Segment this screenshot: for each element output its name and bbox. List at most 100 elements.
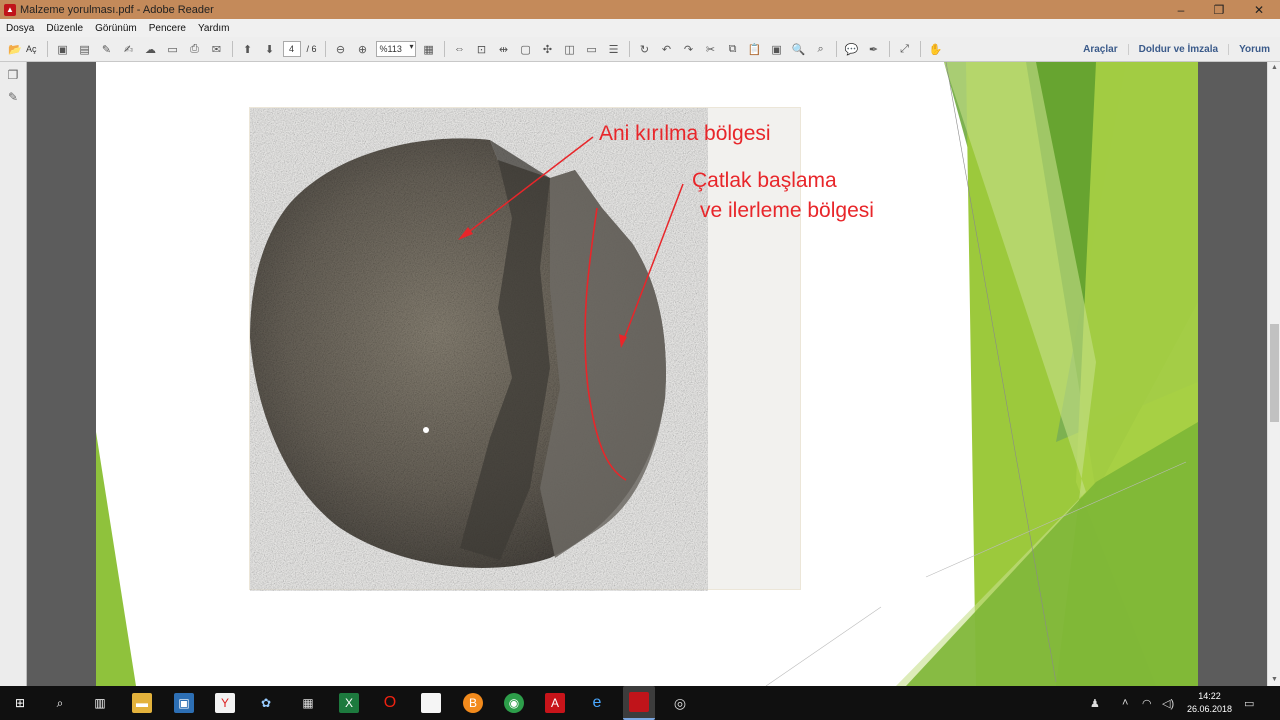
notepad-icon[interactable] xyxy=(421,693,441,713)
fit-page-icon[interactable]: ⊡ xyxy=(473,40,491,58)
toolbar: 📂 Aç ▣ ▤ ✎ ✍ ☁ ▭ ⎙ ✉ ⬆ ⬇ 4 / 6 ⊖ ⊕ %113 ▾… xyxy=(0,37,1280,62)
cut-icon[interactable]: ✂ xyxy=(702,40,720,58)
print-icon[interactable]: ⎙ xyxy=(186,40,204,58)
system-clock[interactable]: 14:22 26.06.2018 xyxy=(1187,690,1232,716)
comment-link[interactable]: Yorum xyxy=(1228,44,1280,55)
menu-gorunum[interactable]: Görünüm xyxy=(89,23,143,34)
chevron-up-icon[interactable]: ˄ xyxy=(1122,686,1128,720)
label-sudden-fracture: Ani kırılma bölgesi xyxy=(599,122,771,145)
fit-visible-icon[interactable]: ⇹ xyxy=(495,40,513,58)
menu-pencere[interactable]: Pencere xyxy=(143,23,192,34)
window-title: Malzeme yorulması.pdf - Adobe Reader xyxy=(20,3,214,16)
blogger-icon[interactable]: B xyxy=(463,693,483,713)
open-folder-icon[interactable]: 📂 xyxy=(6,40,24,58)
page-down-icon[interactable]: ⬇ xyxy=(261,40,279,58)
save-icon[interactable]: ▭ xyxy=(164,40,182,58)
zoom-in-icon[interactable]: ⊕ xyxy=(354,40,372,58)
paint-icon[interactable]: ✿ xyxy=(256,693,276,713)
label-crack-initiation: Çatlak başlama xyxy=(692,169,837,192)
obs-icon[interactable]: ◎ xyxy=(670,693,690,713)
minimize-button[interactable]: – xyxy=(1162,0,1200,19)
toolbar-divider xyxy=(888,41,890,57)
scroll-up-icon[interactable]: ▲ xyxy=(1268,62,1280,74)
redo-icon[interactable]: ↷ xyxy=(680,40,698,58)
document-viewer[interactable]: Ani kırılma bölgesi Çatlak başlama ve il… xyxy=(27,62,1267,686)
expand-icon[interactable]: ✣ xyxy=(539,40,557,58)
zoom-value: %113 xyxy=(379,44,402,54)
vertical-scrollbar[interactable]: ▲ ▼ xyxy=(1267,62,1280,686)
tools-link[interactable]: Araçlar xyxy=(1073,44,1127,55)
annotation-arrows xyxy=(458,136,684,348)
internet-explorer-icon[interactable]: e xyxy=(587,693,607,713)
autocad-icon[interactable]: A xyxy=(545,693,565,713)
menu-duzenle[interactable]: Düzenle xyxy=(40,23,89,34)
adobe-reader-task-icon[interactable] xyxy=(623,686,655,720)
restore-button[interactable]: ❐ xyxy=(1200,0,1238,19)
toolbar-divider xyxy=(324,41,326,57)
scrollbar-thumb[interactable] xyxy=(1270,324,1279,422)
hand-tool-icon[interactable]: ✋ xyxy=(927,40,945,58)
fit-width-icon[interactable]: ⇔ xyxy=(451,40,469,58)
page-number-input[interactable]: 4 xyxy=(282,41,301,57)
menu-dosya[interactable]: Dosya xyxy=(0,23,40,34)
excel-icon[interactable]: X xyxy=(339,693,359,713)
network-user-icon[interactable]: ♟ xyxy=(1090,686,1100,720)
edit-icon[interactable]: ✎ xyxy=(98,40,116,58)
scroll-down-icon[interactable]: ▼ xyxy=(1268,674,1280,686)
sign-icon[interactable]: ✍ xyxy=(120,40,138,58)
taskbar: ⊞ ⌕ ▥ ▬ ▣ Y ✿ ▦ X O B ◉ A e ◎ ♟ ˄ ◠ ◁) 1… xyxy=(0,686,1280,720)
toolbar-divider xyxy=(443,41,445,57)
fullscreen-icon[interactable]: ⤢ xyxy=(896,40,914,58)
windows-start-icon[interactable]: ⊞ xyxy=(10,693,30,713)
store-icon[interactable]: ▣ xyxy=(174,693,194,713)
close-button[interactable]: ✕ xyxy=(1240,0,1278,19)
pdf-app-icon: ▲ xyxy=(4,3,16,16)
calculator-icon[interactable]: ▦ xyxy=(298,693,318,713)
find-icon[interactable]: ⌕ xyxy=(812,40,830,58)
zoom-select[interactable]: %113 ▾ xyxy=(375,41,416,57)
page-up-icon[interactable]: ⬆ xyxy=(239,40,257,58)
paste-icon[interactable]: 📋 xyxy=(746,40,764,58)
notification-icon[interactable]: ▭ xyxy=(1244,686,1254,720)
pages-icon[interactable]: ❐ xyxy=(6,68,20,84)
email-icon[interactable]: ✉ xyxy=(208,40,226,58)
signature-icon[interactable]: ✎ xyxy=(6,90,20,106)
presentation-icon[interactable]: ▭ xyxy=(583,40,601,58)
scrolling-icon[interactable]: ☰ xyxy=(605,40,623,58)
zoom-out-icon[interactable]: ⊖ xyxy=(332,40,350,58)
search-icon[interactable]: ⌕ xyxy=(50,693,70,713)
rotate-icon[interactable]: ↻ xyxy=(636,40,654,58)
wifi-icon[interactable]: ◠ xyxy=(1142,686,1152,720)
undo-icon[interactable]: ↶ xyxy=(658,40,676,58)
actual-size-icon[interactable]: ▢ xyxy=(517,40,535,58)
fill-sign-link[interactable]: Doldur ve İmzala xyxy=(1127,44,1228,55)
menu-yardim[interactable]: Yardım xyxy=(192,23,236,34)
snapshot-icon[interactable]: ▣ xyxy=(768,40,786,58)
pdf-page: Ani kırılma bölgesi Çatlak başlama ve il… xyxy=(96,62,1198,686)
create-pdf-icon[interactable]: ▣ xyxy=(54,40,72,58)
copy-icon[interactable]: ⧉ xyxy=(724,40,742,58)
yandex-browser-icon[interactable]: Y xyxy=(215,693,235,713)
toolbar-divider xyxy=(628,41,630,57)
chevron-down-icon: ▾ xyxy=(409,42,414,51)
two-page-icon[interactable]: ◫ xyxy=(561,40,579,58)
toolbar-right-links: Araçlar Doldur ve İmzala Yorum xyxy=(1073,37,1280,62)
opera-icon[interactable]: O xyxy=(380,693,400,713)
file-explorer-icon[interactable]: ▬ xyxy=(132,693,152,713)
clock-time: 14:22 xyxy=(1198,691,1221,701)
chrome-icon[interactable]: ◉ xyxy=(504,693,524,713)
highlight-icon[interactable]: ✒ xyxy=(865,40,883,58)
cloud-icon[interactable]: ☁ xyxy=(142,40,160,58)
toolbar-divider xyxy=(919,41,921,57)
export-icon[interactable]: ▤ xyxy=(76,40,94,58)
task-view-icon[interactable]: ▥ xyxy=(90,693,110,713)
page-total: / 6 xyxy=(306,44,317,54)
open-label[interactable]: Aç xyxy=(26,44,37,54)
window-titlebar: ▲ Malzeme yorulması.pdf - Adobe Reader –… xyxy=(0,0,1280,19)
toolbar-divider xyxy=(231,41,233,57)
comment-icon[interactable]: 💬 xyxy=(843,40,861,58)
page-layout-icon[interactable]: ▦ xyxy=(420,40,438,58)
search-icon[interactable]: 🔍 xyxy=(790,40,808,58)
toolbar-divider xyxy=(835,41,837,57)
volume-icon[interactable]: ◁) xyxy=(1162,686,1174,720)
